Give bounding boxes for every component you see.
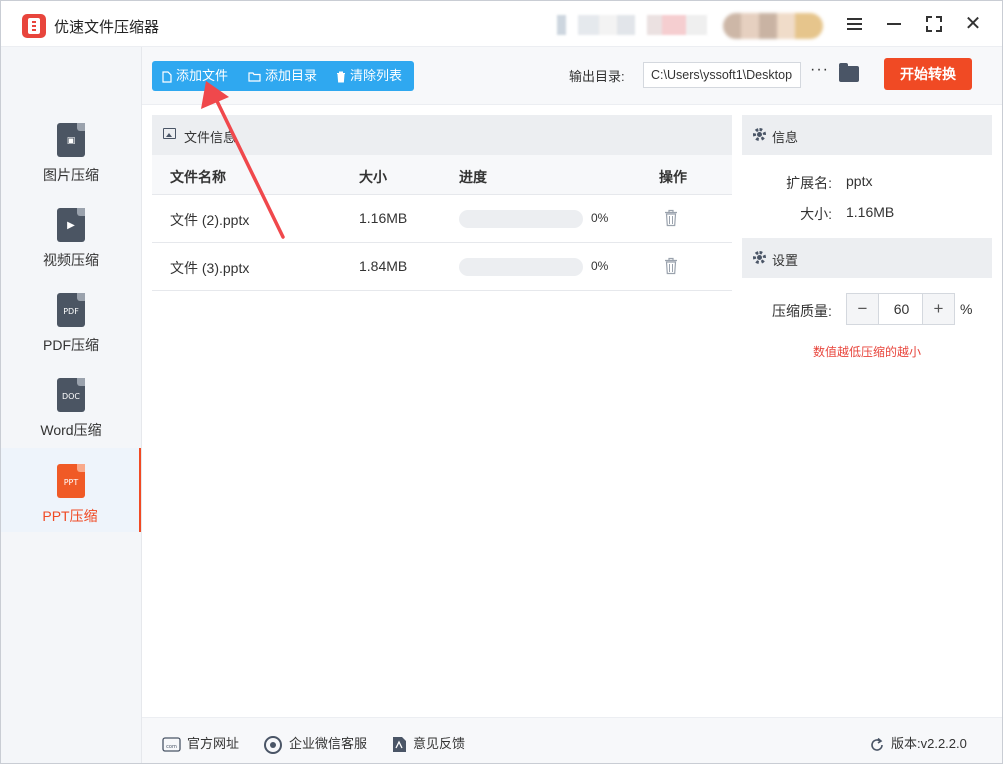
close-icon[interactable]: ✕	[962, 13, 984, 35]
quality-value-input[interactable]: 60	[880, 294, 923, 324]
title-bar: 优速文件压缩器 ✕	[1, 1, 1002, 47]
quality-label: 压缩质量:	[772, 303, 832, 319]
refresh-icon	[871, 737, 883, 751]
open-folder-icon[interactable]	[839, 63, 859, 82]
column-header-size: 大小	[359, 169, 387, 185]
app-title: 优速文件压缩器	[54, 19, 160, 36]
app-logo-icon	[22, 14, 46, 38]
delete-icon[interactable]	[664, 209, 678, 227]
sidebar-item-image[interactable]: ▣ 图片压缩	[1, 113, 141, 197]
output-dir-label: 输出目录:	[569, 69, 625, 84]
website-link[interactable]: com 官方网址	[162, 733, 239, 752]
info-header: 信息	[742, 115, 992, 155]
column-header-progress: 进度	[459, 169, 487, 185]
wechat-label: 企业微信客服	[289, 736, 368, 751]
add-file-label: 添加文件	[176, 68, 229, 83]
add-directory-label: 添加目录	[265, 68, 318, 83]
feedback-label: 意见反馈	[413, 736, 466, 751]
file-actions-group: 添加文件 添加目录 清除列表	[152, 61, 414, 91]
maximize-icon[interactable]	[923, 13, 945, 35]
trash-icon	[337, 71, 345, 83]
start-convert-button[interactable]: 开始转换	[884, 58, 972, 90]
gear-icon	[753, 128, 766, 141]
percent-sign: %	[960, 301, 973, 317]
sidebar-item-label: 图片压缩	[43, 167, 99, 183]
file-table-header: 文件名称 大小 进度 操作	[152, 155, 732, 195]
sidebar-item-label: 视频压缩	[43, 252, 99, 268]
size-value: 1.16MB	[846, 204, 895, 220]
file-size: 1.84MB	[359, 258, 408, 274]
feedback-link[interactable]: 意见反馈	[392, 733, 465, 753]
delete-icon[interactable]	[664, 257, 678, 275]
sidebar-item-pdf[interactable]: PDF PDF压缩	[1, 283, 141, 367]
pdf-file-icon: PDF	[57, 293, 85, 327]
quality-increase-button[interactable]: +	[922, 294, 954, 324]
sidebar-item-label: PDF压缩	[43, 337, 99, 353]
file-name: 文件 (3).pptx	[170, 260, 250, 276]
output-dir-field[interactable]: C:\Users\yssoft1\Desktop	[643, 62, 801, 88]
version-label: 版本:v2.2.2.0	[891, 736, 967, 751]
ext-key: 扩展名:	[786, 175, 832, 191]
gear-icon	[753, 251, 766, 264]
website-icon: com	[162, 737, 181, 752]
video-file-icon: ▶	[57, 208, 85, 242]
sidebar-item-video[interactable]: ▶ 视频压缩	[1, 198, 141, 282]
doc-file-icon: DOC	[57, 378, 85, 412]
add-file-button[interactable]: 添加文件	[162, 61, 228, 91]
feedback-icon	[393, 737, 406, 753]
sidebar-item-label: PPT压缩	[42, 508, 98, 524]
ppt-file-icon: PPT	[57, 464, 85, 498]
sidebar-item-ppt[interactable]: PPT PPT压缩	[1, 448, 141, 532]
right-panel: 信息 扩展名: pptx 大小: 1.16MB 设置 压缩质量: − 60 + …	[742, 115, 992, 705]
blurred-account-info	[557, 15, 707, 35]
sidebar-item-word[interactable]: DOC Word压缩	[1, 368, 141, 452]
more-options-button[interactable]: ···	[810, 61, 829, 79]
file-icon	[162, 70, 172, 83]
settings-header: 设置	[742, 238, 992, 278]
file-info-title: 文件信息	[184, 130, 237, 145]
version-info[interactable]: 版本:v2.2.2.0	[869, 733, 967, 753]
image-icon	[163, 128, 176, 139]
file-size: 1.16MB	[359, 210, 408, 226]
file-info-panel: 文件信息 文件名称 大小 进度 操作 文件 (2).pptx 1.16MB 0%…	[152, 115, 732, 705]
wechat-icon	[264, 735, 282, 754]
sidebar-item-label: Word压缩	[40, 422, 102, 438]
file-info-header: 文件信息	[152, 115, 732, 155]
footer: com 官方网址 企业微信客服 意见反馈 版本:v2.2.2.0	[142, 717, 1002, 763]
app-window: 优速文件压缩器 ✕ ▣ 图片压缩 ▶ 视频压缩 PDF PDF压缩 DOC Wo…	[0, 0, 1003, 764]
blurred-avatar[interactable]	[723, 13, 823, 39]
size-key: 大小:	[800, 206, 832, 222]
svg-text:com: com	[166, 744, 177, 750]
clear-list-button[interactable]: 清除列表	[336, 61, 402, 91]
settings-title: 设置	[772, 253, 799, 268]
quality-hint: 数值越低压缩的越小	[812, 345, 921, 359]
wechat-support-link[interactable]: 企业微信客服	[263, 733, 367, 754]
quality-decrease-button[interactable]: −	[847, 294, 879, 324]
table-row[interactable]: 文件 (3).pptx 1.84MB 0%	[152, 243, 732, 291]
progress-text: 0%	[591, 259, 609, 273]
image-file-icon: ▣	[57, 123, 85, 157]
website-label: 官方网址	[187, 736, 240, 751]
quality-stepper: − 60 +	[846, 293, 955, 325]
file-name: 文件 (2).pptx	[170, 212, 250, 228]
minimize-icon[interactable]	[883, 13, 905, 35]
progress-text: 0%	[591, 211, 609, 225]
column-header-name: 文件名称	[170, 169, 226, 185]
table-row[interactable]: 文件 (2).pptx 1.16MB 0%	[152, 195, 732, 243]
menu-icon[interactable]	[844, 13, 866, 35]
progress-bar	[459, 258, 583, 276]
sidebar: ▣ 图片压缩 ▶ 视频压缩 PDF PDF压缩 DOC Word压缩 PPT P…	[1, 47, 142, 763]
add-directory-button[interactable]: 添加目录	[248, 61, 317, 91]
info-title: 信息	[772, 130, 799, 145]
ext-value: pptx	[846, 173, 873, 189]
folder-icon	[248, 72, 261, 82]
column-header-action: 操作	[659, 169, 687, 185]
toolbar: 添加文件 添加目录 清除列表 输出目录: C:\Users\yssoft1\De…	[142, 47, 1002, 105]
progress-bar	[459, 210, 583, 228]
clear-list-label: 清除列表	[350, 68, 403, 83]
